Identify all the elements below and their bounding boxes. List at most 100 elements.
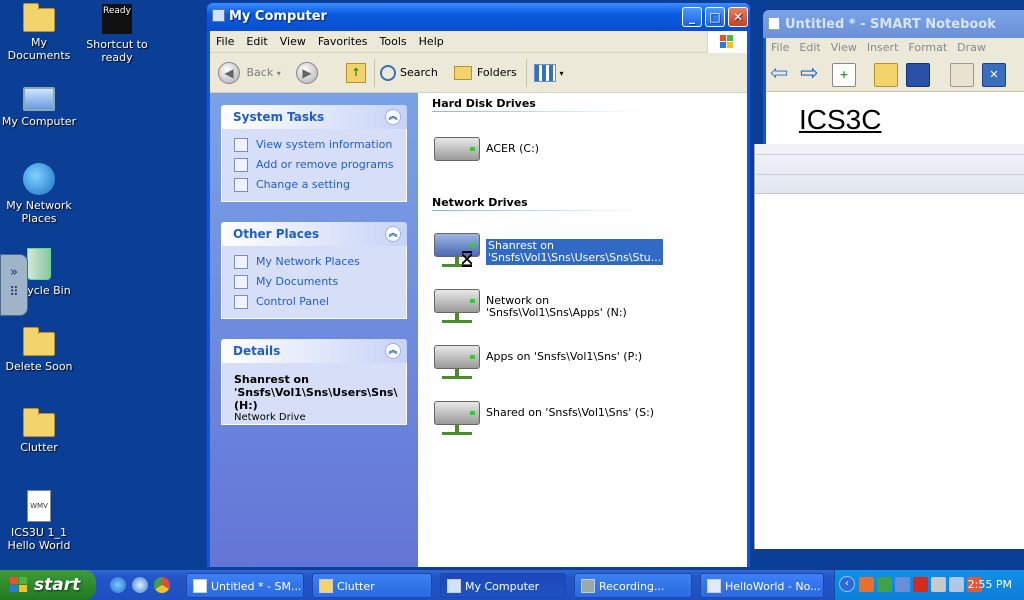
tray-network-icon[interactable] xyxy=(877,577,892,592)
menu-file[interactable]: File xyxy=(766,38,794,54)
tray-adobe-icon[interactable] xyxy=(913,577,928,592)
tray-display-icon[interactable] xyxy=(895,577,910,592)
drive-item-network-n[interactable]: Network on 'Snsfs\Vol1\Sns\Apps' (N:) xyxy=(434,289,634,329)
desktop-icon-shortcut-ready[interactable]: Ready Shortcut to ready xyxy=(78,4,156,64)
close-button[interactable]: ✕ xyxy=(728,7,748,27)
explorer-title-bar[interactable]: My Computer _ □ ✕ xyxy=(207,3,750,31)
menu-view[interactable]: View xyxy=(274,31,312,48)
taskbar-item-my-computer[interactable]: My Computer xyxy=(440,573,566,598)
minimize-button[interactable]: _ xyxy=(682,7,702,27)
explorer-content: System Tasks ︽ View system information A… xyxy=(210,93,747,567)
side-toolbar-handle[interactable]: » ⠿ xyxy=(0,254,28,316)
up-folder-button[interactable]: ↑ xyxy=(346,60,366,86)
recording-window xyxy=(754,144,1024,549)
collapse-chevron-icon[interactable]: ︽ xyxy=(385,343,401,359)
details-drive-name: Shanrest on 'Snsfs\Vol1\Sns\Users\Sns\ xyxy=(234,373,398,399)
search-button[interactable]: Search xyxy=(380,60,438,86)
chevron-down-icon: ▾ xyxy=(559,69,564,78)
grid-icon: ⠿ xyxy=(9,285,19,300)
panel-header[interactable]: Details ︽ xyxy=(221,339,407,363)
tray-security-icon[interactable] xyxy=(931,577,946,592)
toolbar-separator xyxy=(374,59,375,87)
panel-header[interactable]: Other Places ︽ xyxy=(221,222,407,246)
desktop-icon-my-documents[interactable]: My Documents xyxy=(0,3,78,62)
task-link-change-setting[interactable]: Change a setting xyxy=(234,175,406,195)
desktop-icon-hello-world-video[interactable]: WMV ICS3U 1_1 Hello World xyxy=(0,490,78,552)
network-drive-icon xyxy=(434,289,480,313)
clock[interactable]: 2:55 PM xyxy=(968,578,1012,591)
windows-flag-icon xyxy=(10,577,28,593)
paste-icon[interactable] xyxy=(950,63,974,87)
next-page-icon[interactable]: ⇨ xyxy=(800,63,824,87)
menu-help[interactable]: Help xyxy=(413,31,450,48)
desktop-icon-label: My Computer xyxy=(1,115,77,128)
menu-tools[interactable]: Tools xyxy=(374,31,413,48)
desktop-icon-my-computer[interactable]: My Computer xyxy=(0,85,78,128)
desktop-icon-label: My Network Places xyxy=(6,199,72,225)
delete-icon[interactable]: ✕ xyxy=(982,63,1006,87)
menu-favorites[interactable]: Favorites xyxy=(312,31,374,48)
panel-header[interactable]: System Tasks ︽ xyxy=(221,105,407,129)
add-page-icon[interactable]: + xyxy=(832,63,856,87)
menu-format[interactable]: Format xyxy=(903,38,952,54)
explorer-body: File Edit View Favorites Tools Help ◀ Back ▾ … xyxy=(210,31,747,567)
documents-folder-icon xyxy=(234,275,248,289)
desktop-icon-label: Shortcut to ready xyxy=(86,38,148,64)
previous-page-icon[interactable]: ⇦ xyxy=(770,63,794,87)
place-link-control-panel[interactable]: Control Panel xyxy=(234,292,406,312)
menu-draw[interactable]: Draw xyxy=(952,38,991,54)
menu-edit[interactable]: Edit xyxy=(240,31,273,48)
notebook-page[interactable]: ICS3C xyxy=(766,92,1024,144)
open-folder-icon[interactable] xyxy=(874,63,898,87)
folders-icon xyxy=(454,66,472,80)
task-pane: System Tasks ︽ View system information A… xyxy=(210,93,418,567)
task-link-add-remove-programs[interactable]: Add or remove programs xyxy=(234,155,406,175)
programs-icon xyxy=(234,158,248,172)
taskbar-item-clutter[interactable]: Clutter xyxy=(312,573,432,598)
drive-item-apps-p[interactable]: Apps on 'Snsfs\Vol1\Sns' (P:) xyxy=(434,345,642,385)
browser-icon[interactable] xyxy=(132,577,148,593)
drive-label: ACER (C:) xyxy=(486,142,540,155)
show-hidden-icons-chevron[interactable]: ‹ xyxy=(839,576,855,592)
start-button[interactable]: start xyxy=(0,570,96,600)
taskbar-item-helloworld-notepad[interactable]: HelloWorld - No... xyxy=(700,573,824,598)
drive-item-acer-c[interactable]: ACER (C:) xyxy=(434,137,584,177)
recording-toolbar xyxy=(755,144,1024,194)
recycle-bin-icon xyxy=(27,248,51,280)
desktop-icon-my-network-places[interactable]: My Network Places xyxy=(0,163,78,225)
computer-icon xyxy=(447,579,461,593)
taskbar-item-recording[interactable]: Recording... xyxy=(574,573,692,598)
collapse-chevron-icon[interactable]: ︽ xyxy=(385,109,401,125)
menu-view[interactable]: View xyxy=(826,38,862,54)
network-drive-icon xyxy=(434,345,480,369)
windows-logo-icon xyxy=(707,31,747,53)
chrome-icon[interactable] xyxy=(154,577,170,593)
forward-button[interactable]: ▶ xyxy=(296,60,318,86)
menu-file[interactable]: File xyxy=(210,31,240,48)
details-drive-letter: (H:) xyxy=(234,399,258,412)
task-link-view-system-info[interactable]: View system information xyxy=(234,135,406,155)
panel-body: My Network Places My Documents Control P… xyxy=(221,246,407,319)
place-link-my-network-places[interactable]: My Network Places xyxy=(234,252,406,272)
network-drive-icon xyxy=(434,401,480,425)
notebook-title-bar[interactable]: Untitled * - SMART Notebook xyxy=(763,10,1024,38)
tray-app-icon[interactable] xyxy=(859,577,874,592)
back-button[interactable]: ◀ Back ▾ xyxy=(218,60,281,86)
desktop-icon-delete-soon[interactable]: Delete Soon xyxy=(0,327,78,373)
views-button[interactable]: ▾ xyxy=(534,60,564,86)
folders-button[interactable]: Folders xyxy=(454,60,517,86)
drive-label: Shanrest on 'Snsfs\Vol1\Sns\Users\Sns\St… xyxy=(486,239,664,265)
save-disk-icon[interactable] xyxy=(906,63,930,87)
menu-edit[interactable]: Edit xyxy=(794,38,825,54)
menu-insert[interactable]: Insert xyxy=(862,38,904,54)
maximize-button[interactable]: □ xyxy=(705,7,725,27)
place-link-my-documents[interactable]: My Documents xyxy=(234,272,406,292)
drive-label: Network on 'Snsfs\Vol1\Sns\Apps' (N:) xyxy=(486,294,627,319)
desktop-icon-clutter[interactable]: Clutter xyxy=(0,408,78,454)
internet-explorer-icon[interactable] xyxy=(110,577,126,593)
drive-item-shanrest-h[interactable]: Shanrest on 'Snsfs\Vol1\Sns\Users\Sns\St… xyxy=(434,233,664,273)
tray-search-icon[interactable] xyxy=(949,577,964,592)
drive-item-shared-s[interactable]: Shared on 'Snsfs\Vol1\Sns' (S:) xyxy=(434,401,654,441)
taskbar-item-smart-notebook[interactable]: Untitled * - SM... xyxy=(186,573,304,598)
collapse-chevron-icon[interactable]: ︽ xyxy=(385,226,401,242)
